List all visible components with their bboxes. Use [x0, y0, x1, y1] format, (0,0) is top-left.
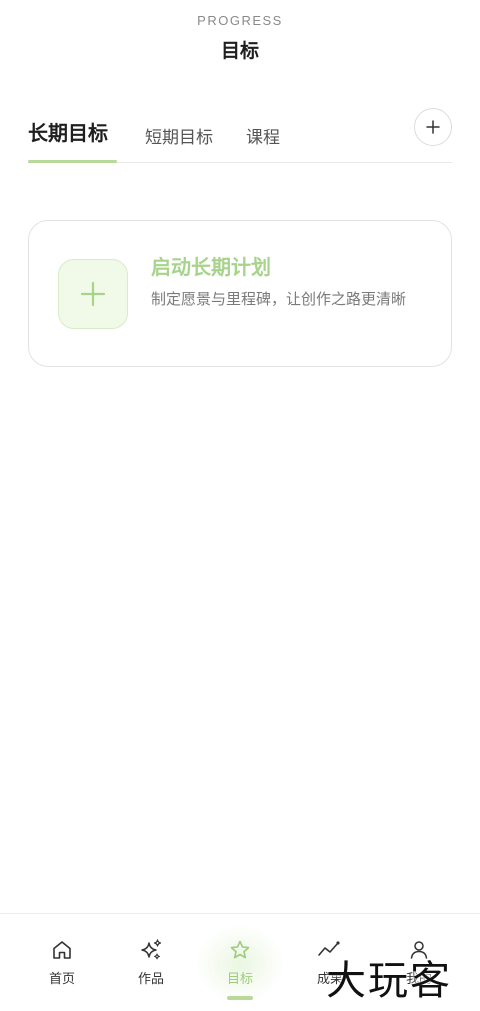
active-tab-indicator: [28, 160, 117, 163]
page-header: PROGRESS 目标: [0, 0, 480, 80]
home-icon: [53, 941, 71, 959]
nav-item-works[interactable]: 作品: [111, 936, 191, 996]
page-title: 目标: [220, 40, 259, 62]
nav-item-home[interactable]: 首页: [22, 936, 102, 996]
star-icon: [230, 940, 250, 959]
goal-tabs: 长期目标 短期目标 课程: [28, 108, 452, 164]
nav-item-goals[interactable]: 目标: [200, 936, 280, 996]
start-long-term-plan-card[interactable]: 启动长期计划 制定愿景与里程碑，让创作之路更清晰: [28, 220, 452, 367]
plus-icon: [80, 281, 106, 307]
add-goal-button[interactable]: [414, 108, 452, 146]
plan-plus-tile: [58, 259, 128, 329]
tab-long-term-goals[interactable]: 长期目标: [28, 117, 108, 146]
nav-label-goals: 目标: [226, 972, 253, 987]
tab-short-term-goals[interactable]: 短期目标: [145, 123, 213, 148]
card-description: 制定愿景与里程碑，让创作之路更清晰: [151, 290, 407, 308]
active-nav-indicator: [227, 996, 253, 1000]
nav-label-home: 首页: [48, 972, 75, 987]
sparkle-icon: [141, 939, 162, 960]
card-title: 启动长期计划: [151, 255, 271, 279]
tab-courses[interactable]: 课程: [246, 123, 280, 148]
nav-label-works: 作品: [137, 972, 164, 987]
plus-icon: [426, 120, 440, 134]
goals-screen: PROGRESS 目标 长期目标 短期目标 课程 启动长期计划 制定愿景与里程碑…: [0, 0, 480, 1011]
page-eyebrow: PROGRESS: [197, 13, 283, 28]
watermark-logo: 大玩客: [326, 958, 452, 1004]
